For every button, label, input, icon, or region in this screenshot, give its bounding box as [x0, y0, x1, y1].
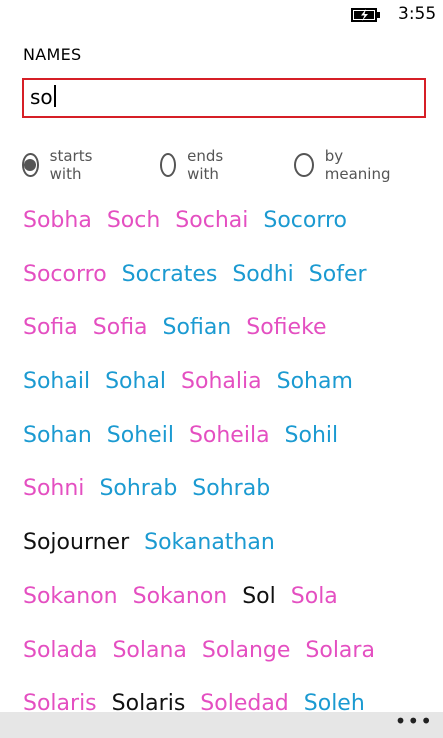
- name-item[interactable]: Sokanon: [133, 584, 228, 609]
- radio-circle-icon: [294, 153, 314, 177]
- radio-selected-dot: [24, 159, 37, 171]
- radio-ends-with[interactable]: ends with: [160, 147, 231, 183]
- radio-circle-icon: [22, 153, 39, 177]
- radio-starts-with[interactable]: starts with: [22, 147, 100, 183]
- search-input[interactable]: so: [22, 78, 426, 118]
- name-row: Sohni Sohrab Sohrab: [23, 476, 285, 506]
- name-item[interactable]: Sohrab: [192, 476, 270, 501]
- name-item[interactable]: Socrates: [122, 262, 218, 287]
- name-row: Sohan Soheil Soheila Sohil: [23, 423, 353, 453]
- name-item[interactable]: Sohal: [105, 369, 166, 394]
- name-item[interactable]: Solara: [305, 638, 375, 663]
- name-item[interactable]: Sol: [242, 584, 276, 609]
- name-item[interactable]: Soch: [107, 208, 160, 233]
- radio-circle-icon: [160, 153, 177, 177]
- name-item[interactable]: Soheil: [107, 423, 174, 448]
- text-caret: [53, 85, 56, 107]
- name-item[interactable]: Solange: [202, 638, 290, 663]
- name-item[interactable]: Solada: [23, 638, 97, 663]
- name-item[interactable]: Sohni: [23, 476, 84, 501]
- name-row: Sobha Soch Sochai Socorro: [23, 208, 362, 238]
- name-item[interactable]: Sohil: [285, 423, 339, 448]
- name-item[interactable]: Sofia: [93, 315, 148, 340]
- radio-by-meaning[interactable]: by meaning: [294, 147, 395, 183]
- name-item[interactable]: Socorro: [263, 208, 347, 233]
- name-item[interactable]: Sobha: [23, 208, 92, 233]
- name-item[interactable]: Socorro: [23, 262, 107, 287]
- app-bar: •••: [0, 709, 443, 738]
- name-item[interactable]: Soham: [277, 369, 353, 394]
- name-item[interactable]: Sokanathan: [144, 530, 275, 555]
- name-item[interactable]: Sofieke: [246, 315, 326, 340]
- name-row: Solada Solana Solange Solara: [23, 638, 390, 668]
- status-bar: 3:55: [0, 0, 443, 30]
- name-item[interactable]: Sohrab: [99, 476, 177, 501]
- name-item[interactable]: Sodhi: [232, 262, 293, 287]
- name-item[interactable]: Sofer: [309, 262, 367, 287]
- name-item[interactable]: Sofia: [23, 315, 78, 340]
- name-item[interactable]: Solana: [112, 638, 186, 663]
- radio-label: ends with: [187, 147, 224, 183]
- radio-label: by meaning: [324, 147, 391, 183]
- name-item[interactable]: Sojourner: [23, 530, 129, 555]
- name-item[interactable]: Sohalia: [181, 369, 262, 394]
- name-row: Sojourner Sokanathan: [23, 530, 290, 560]
- battery-charging-icon: [351, 8, 380, 22]
- name-item[interactable]: Sohail: [23, 369, 90, 394]
- name-row: Socorro Socrates Sodhi Sofer: [23, 262, 382, 292]
- status-clock: 3:55: [398, 4, 437, 24]
- more-options-button[interactable]: •••: [395, 709, 433, 733]
- page-title: NAMES: [23, 45, 82, 64]
- name-item[interactable]: Sokanon: [23, 584, 118, 609]
- name-item[interactable]: Sochai: [175, 208, 248, 233]
- radio-label: starts with: [49, 147, 93, 183]
- name-row: Sokanon Sokanon Sol Sola: [23, 584, 353, 614]
- name-row: Sohail Sohal Sohalia Soham: [23, 369, 368, 399]
- name-item[interactable]: Sofian: [163, 315, 232, 340]
- name-item[interactable]: Sola: [291, 584, 338, 609]
- name-row: Sofia Sofia Sofian Sofieke: [23, 315, 342, 345]
- name-item[interactable]: Sohan: [23, 423, 92, 448]
- name-item[interactable]: Soheila: [189, 423, 270, 448]
- search-input-value: so: [30, 85, 53, 109]
